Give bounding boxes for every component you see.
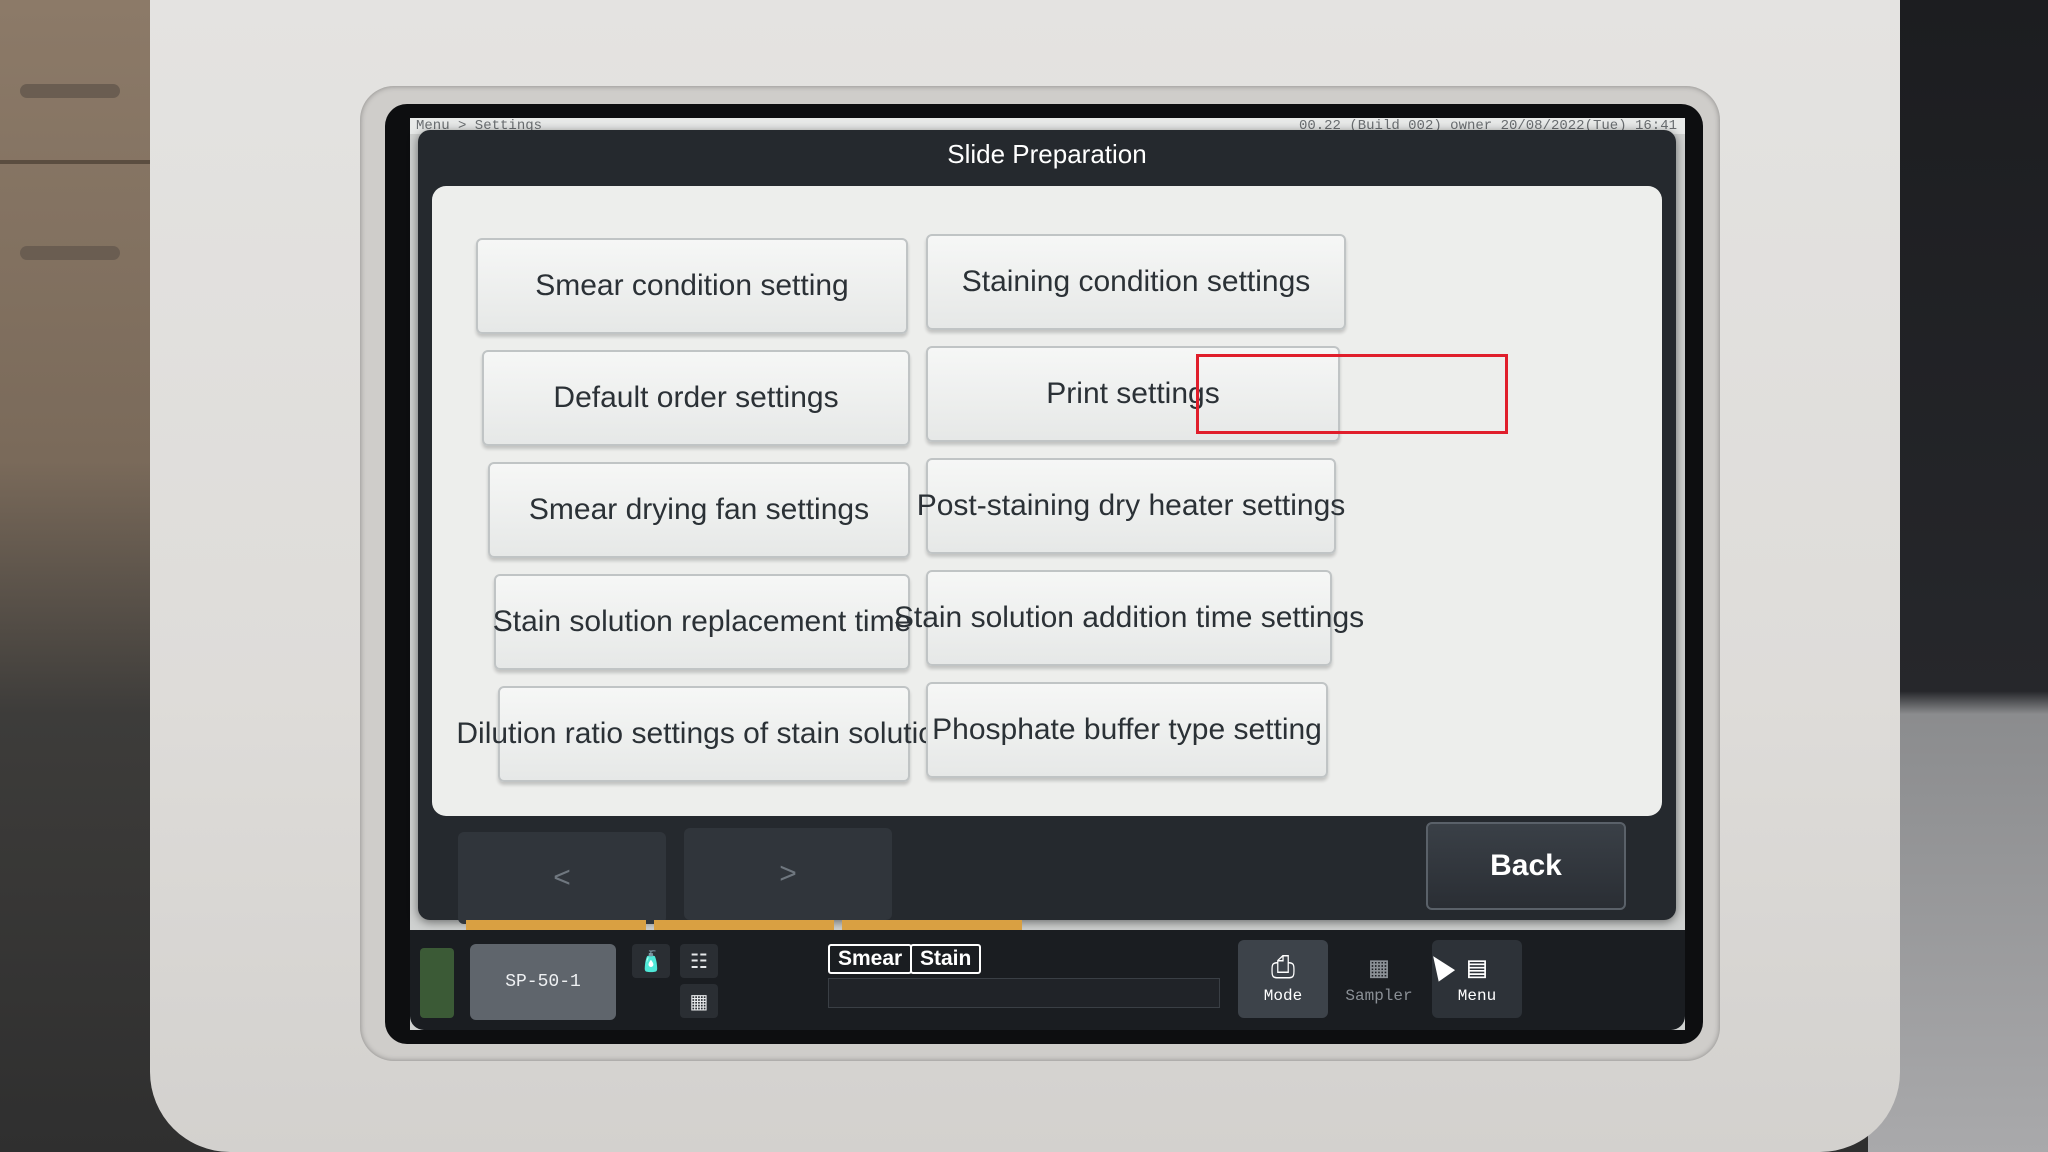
menu-icon: ▤: [1467, 953, 1487, 987]
stain-tag: Stain: [910, 944, 982, 974]
bottle-icon: 🧴: [632, 944, 670, 978]
smear-condition-button[interactable]: Smear condition setting: [476, 238, 908, 334]
bottom-status-bar: SP-50-1 🧴 ☷ ▦ Smear Stain ⎙ Mode ▦ Sampl…: [410, 930, 1685, 1030]
menu-button[interactable]: ▤ Menu: [1432, 940, 1522, 1018]
next-page-button[interactable]: >: [684, 828, 892, 920]
ready-indicator: [420, 948, 454, 1018]
sampler-label: Sampler: [1345, 987, 1413, 1005]
dilution-ratio-button[interactable]: Dilution ratio settings of stain solutio…: [456, 686, 952, 782]
smear-tag: Smear: [828, 944, 913, 974]
back-button[interactable]: Back: [1426, 822, 1626, 910]
message-line: [828, 978, 1220, 1008]
mode-button[interactable]: ⎙ Mode: [1238, 940, 1328, 1018]
slide-preparation-dialog: Slide Preparation Smear condition settin…: [418, 130, 1676, 924]
rack-icon: ▦: [680, 984, 718, 1018]
status-strip: [466, 920, 646, 930]
print-settings-button[interactable]: Print settings: [926, 346, 1340, 442]
post-staining-heater-button[interactable]: Post-staining dry heater settings: [917, 458, 1345, 554]
default-order-button[interactable]: Default order settings: [482, 350, 910, 446]
status-strip: [654, 920, 834, 930]
smear-drying-fan-button[interactable]: Smear drying fan settings: [488, 462, 910, 558]
cassette-icon: ☷: [680, 944, 718, 978]
sampler-icon: ▦: [1369, 953, 1389, 987]
dialog-title: Slide Preparation: [947, 138, 1147, 169]
prev-page-button[interactable]: <: [458, 832, 666, 924]
menu-label: Menu: [1457, 987, 1497, 1005]
status-strip: [842, 920, 1022, 930]
stain-addition-time-button[interactable]: Stain solution addition time settings: [894, 570, 1364, 666]
cabinet-handle: [20, 84, 120, 98]
staining-condition-button[interactable]: Staining condition settings: [926, 234, 1346, 330]
cabinet-handle: [20, 246, 120, 260]
phosphate-buffer-button[interactable]: Phosphate buffer type setting: [926, 682, 1328, 778]
instrument-button[interactable]: SP-50-1: [470, 944, 616, 1020]
sampler-button[interactable]: ▦ Sampler: [1334, 940, 1424, 1018]
mode-icon: ⎙: [1271, 953, 1295, 987]
mode-label: Mode: [1263, 987, 1303, 1005]
options-panel: Smear condition setting Staining conditi…: [432, 186, 1662, 816]
stain-replacement-time-button[interactable]: Stain solution replacement time: [493, 574, 911, 670]
touch-screen: Menu > Settings 00.22 (Build 002) owner …: [410, 118, 1685, 1030]
